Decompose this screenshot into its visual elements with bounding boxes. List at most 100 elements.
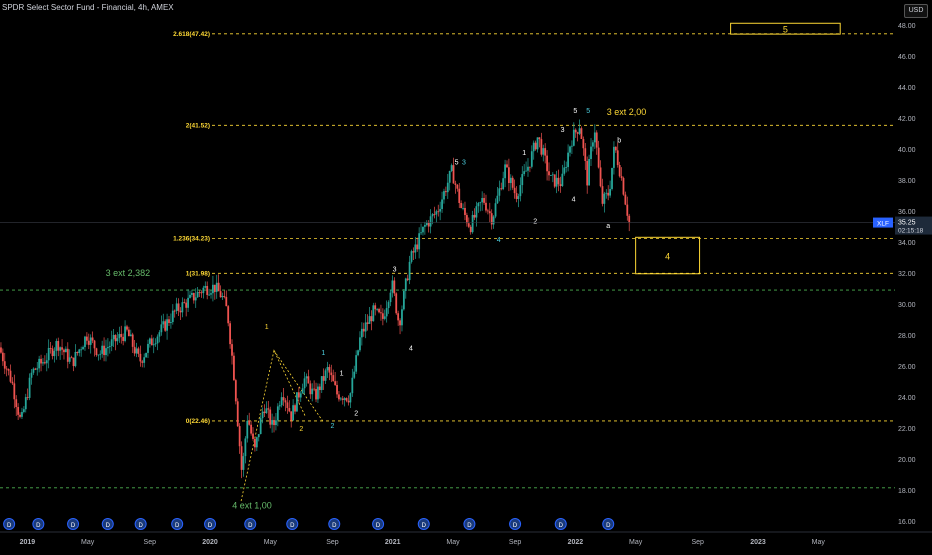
candle-body	[244, 438, 247, 457]
candle-body	[381, 313, 384, 319]
dividend-marker-label: D	[606, 523, 611, 529]
candle-body	[456, 184, 459, 189]
candle-body	[471, 214, 474, 233]
candle-body	[599, 167, 602, 187]
x-tick-label: 2019	[20, 539, 36, 546]
candle-body	[36, 368, 39, 370]
candle-body	[299, 393, 302, 398]
candle-body	[15, 399, 18, 408]
candle-body	[34, 368, 37, 370]
fib-level-label: 2.618(47.42)	[173, 31, 210, 38]
candle-body	[515, 193, 518, 200]
candle-body	[420, 232, 422, 234]
candle-body	[513, 187, 516, 194]
wave-label: 2	[330, 423, 334, 430]
candle-body	[254, 438, 256, 448]
candle-body	[467, 223, 470, 227]
candle-body	[3, 361, 6, 369]
candle-body	[59, 347, 62, 351]
candle-body	[383, 316, 386, 319]
candle-body	[68, 357, 71, 362]
candle-body	[129, 334, 132, 337]
candle-body	[458, 188, 461, 203]
chart-panel[interactable]: 16.00 18.00 20.00 22.00 24.00 26.00 28.00 30.00…	[0, 0, 932, 550]
candle-body	[443, 191, 445, 200]
candle-body	[439, 208, 442, 212]
candle-body	[616, 150, 619, 165]
y-tick-label: 34.00	[898, 240, 916, 247]
candle-body	[11, 381, 14, 384]
wave-label: 1	[265, 324, 269, 331]
candle-body	[368, 316, 371, 324]
candle-body	[511, 177, 514, 188]
candle-body	[145, 352, 147, 358]
wave-label: 4	[572, 197, 576, 204]
candle-body	[425, 222, 428, 226]
candle-body	[177, 303, 180, 311]
dividend-marker-label: D	[376, 523, 381, 529]
candle-body	[0, 347, 2, 353]
candle-body	[135, 348, 138, 354]
candle-body	[30, 372, 33, 378]
candle-body	[320, 376, 323, 391]
price-chart[interactable]: 16.00 18.00 20.00 22.00 24.00 26.00 28.00 30.00…	[0, 0, 932, 550]
candle-body	[324, 370, 327, 381]
wave-label: 1	[522, 150, 526, 157]
candle-body	[498, 188, 501, 196]
candle-body	[147, 343, 149, 353]
candle-body	[423, 225, 426, 227]
candle-body	[385, 308, 388, 317]
candle-body	[574, 129, 577, 133]
candle-body	[91, 337, 94, 341]
y-tick-label: 48.00	[898, 23, 916, 30]
candle-body	[294, 405, 296, 412]
candle-body	[429, 216, 432, 227]
candle-body	[57, 341, 60, 351]
candle-body	[122, 336, 125, 341]
candle-body	[580, 128, 583, 139]
candle-body	[338, 394, 340, 400]
candle-body	[200, 292, 203, 294]
candle-body	[397, 313, 400, 321]
candle-body	[158, 332, 161, 337]
fib-level-label: 0(22.46)	[186, 418, 210, 425]
candle-body	[551, 174, 554, 176]
candle-body	[240, 446, 243, 470]
currency-button[interactable]: USD	[904, 4, 928, 18]
candle-body	[469, 226, 472, 233]
candle-body	[376, 309, 379, 310]
dividend-marker-label: D	[208, 523, 213, 529]
candle-body	[618, 164, 621, 177]
candle-body	[74, 351, 77, 367]
candle-body	[168, 319, 170, 323]
candle-body	[626, 204, 629, 216]
candle-body	[162, 321, 165, 325]
candle-body	[106, 347, 109, 349]
candle-body	[192, 293, 195, 301]
candle-body	[26, 397, 29, 398]
candle-body	[110, 339, 113, 347]
candle-body	[559, 184, 562, 187]
candle-body	[64, 348, 67, 353]
y-tick-label: 44.00	[898, 85, 916, 92]
candle-body	[105, 348, 107, 356]
candle-body	[17, 407, 20, 415]
wave-label: 2	[533, 218, 537, 225]
candle-body	[271, 420, 274, 425]
candle-body	[571, 145, 573, 147]
candle-body	[593, 132, 596, 143]
candle-body	[519, 185, 522, 197]
candle-body	[393, 280, 396, 294]
candle-body	[173, 310, 176, 312]
candle-body	[189, 294, 191, 298]
candle-body	[530, 151, 533, 167]
fib-level-label: 1(31.98)	[186, 270, 210, 277]
wave-label: 1	[340, 370, 344, 377]
candle-body	[416, 244, 419, 250]
candle-body	[317, 386, 319, 400]
candle-body	[313, 388, 316, 390]
candle-body	[435, 211, 438, 215]
candle-body	[529, 166, 531, 168]
candle-body	[1, 352, 4, 362]
candle-body	[97, 354, 100, 356]
